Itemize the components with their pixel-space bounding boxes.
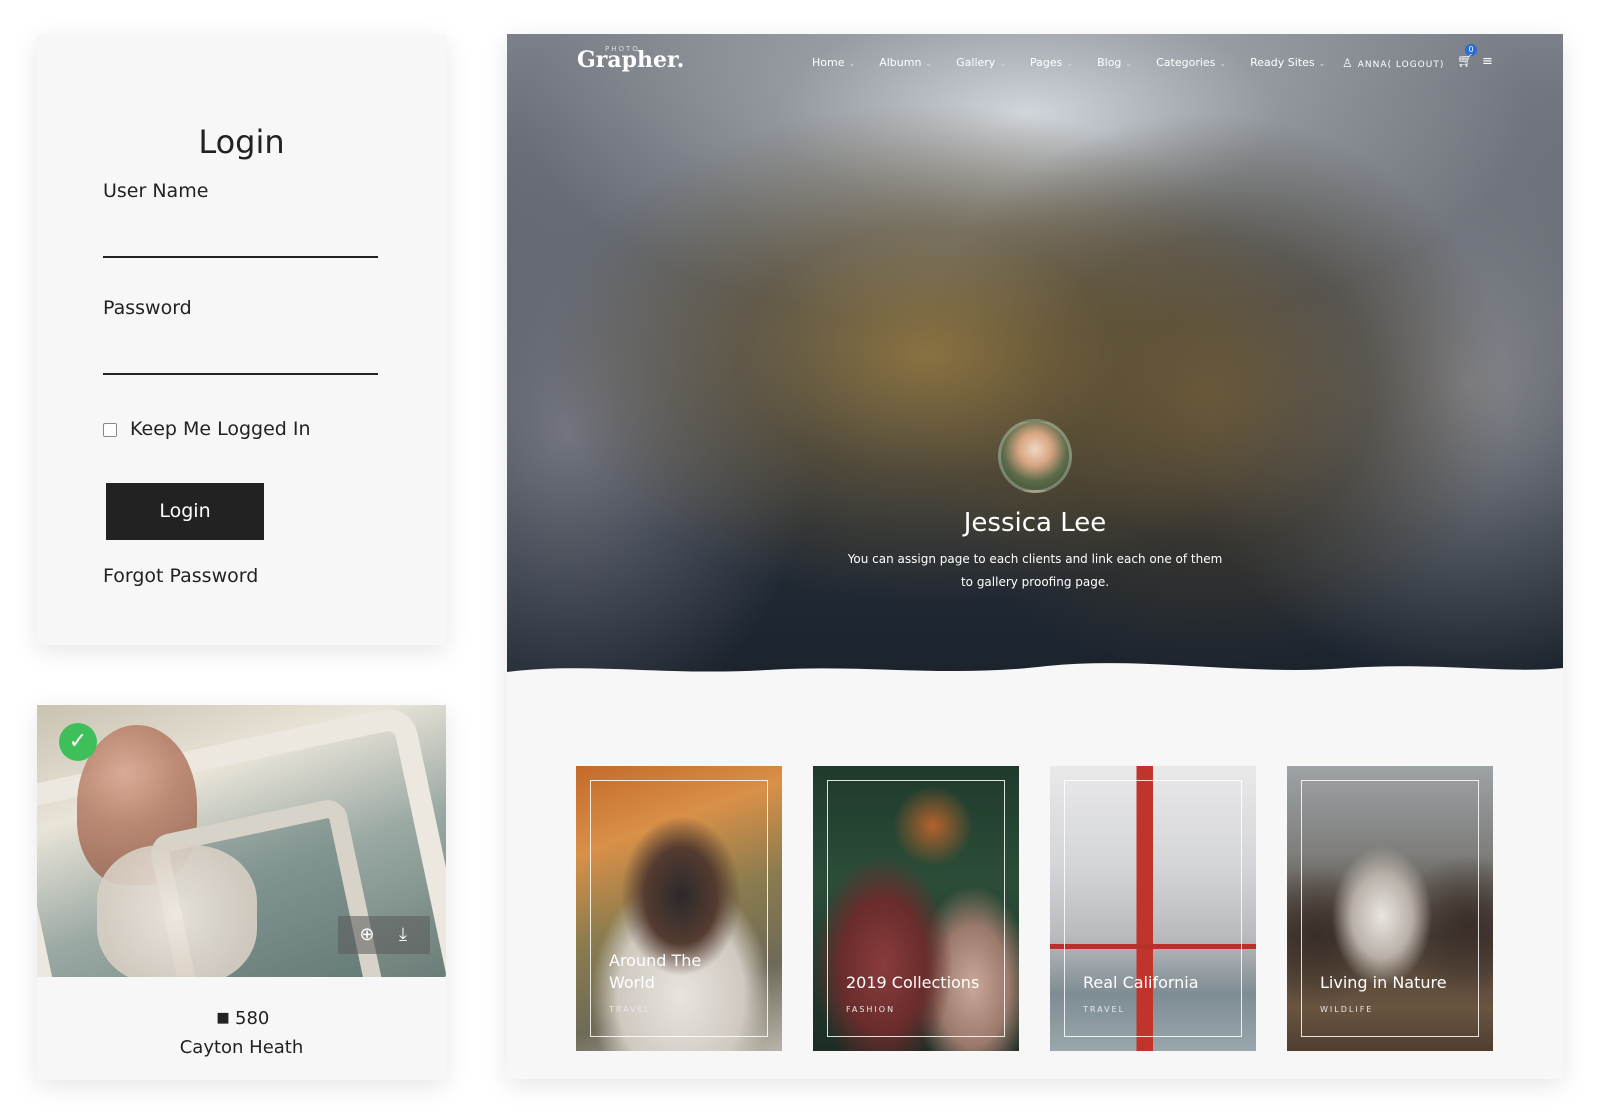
check-icon[interactable]: ✓: [59, 723, 97, 761]
category-tile[interactable]: Around The World TRAVEL: [576, 766, 782, 1051]
nav-ready-sites[interactable]: Ready Sites ⌄: [1250, 56, 1325, 69]
password-label: Password: [103, 297, 192, 319]
photo-card: ✓ ⊕ ⤓ ◆580 Cayton Heath: [37, 705, 446, 1080]
nav-gallery[interactable]: Gallery ⌄: [956, 56, 1006, 69]
tag-row: ◆580: [37, 1003, 446, 1031]
password-field[interactable]: [103, 373, 378, 375]
zoom-icon[interactable]: ⊕: [354, 922, 380, 948]
photo-author: Cayton Heath: [179, 1037, 304, 1058]
username-field[interactable]: [103, 256, 378, 258]
download-icon[interactable]: ⤓: [390, 922, 416, 948]
photo-image[interactable]: ✓ ⊕ ⤓: [37, 705, 446, 977]
nav-blog[interactable]: Blog ⌄: [1097, 56, 1132, 69]
category-subtitle: TRAVEL: [1083, 1005, 1126, 1014]
chevron-down-icon: ⌄: [1219, 59, 1227, 68]
category-title: Living in Nature: [1320, 973, 1447, 992]
forgot-password-link[interactable]: Forgot Password: [103, 565, 258, 587]
chevron-down-icon: ⌄: [999, 59, 1007, 68]
chevron-down-icon: ⌄: [925, 59, 933, 68]
nav-categories[interactable]: Categories ⌄: [1156, 56, 1226, 69]
nav-pages[interactable]: Pages ⌄: [1030, 56, 1073, 69]
avatar: [998, 419, 1072, 493]
chevron-down-icon: ⌄: [1066, 59, 1074, 68]
nav-home[interactable]: Home ⌄: [812, 56, 855, 69]
remember-label[interactable]: Keep Me Logged In: [130, 418, 311, 440]
cart-icon[interactable]: 🛒︎: [1457, 54, 1474, 69]
category-subtitle: WILDLIFE: [1320, 1005, 1374, 1014]
nav-albumn[interactable]: Albumn ⌄: [879, 56, 932, 69]
category-title: Real California: [1083, 973, 1199, 992]
user-icon: ♙: [1342, 56, 1354, 70]
category-tile[interactable]: Real California TRAVEL: [1050, 766, 1256, 1051]
chevron-down-icon: ⌄: [848, 59, 856, 68]
category-subtitle: FASHION: [846, 1005, 896, 1014]
logo[interactable]: PHOTO Grapher.: [577, 45, 684, 73]
login-title: Login: [198, 123, 285, 161]
chevron-down-icon: ⌄: [1125, 59, 1133, 68]
main-nav: Home ⌄ Albumn ⌄ Gallery ⌄ Pages ⌄ Blog ⌄ Cate…: [812, 56, 1349, 69]
hero-wave-divider: [507, 663, 1563, 694]
photo-tools: ⊕ ⤓: [338, 916, 430, 954]
category-tile[interactable]: 2019 Collections FASHION: [813, 766, 1019, 1051]
category-title: 2019 Collections: [846, 973, 980, 992]
user-logout-link[interactable]: ♙ ANNA( LOGOUT): [1342, 56, 1444, 70]
tag-icon: ◆: [207, 1003, 236, 1031]
tag-count: 580: [235, 1008, 270, 1029]
remember-checkbox[interactable]: [103, 423, 117, 437]
logo-small: PHOTO: [605, 45, 640, 53]
category-subtitle: TRAVEL: [609, 1005, 652, 1014]
chevron-down-icon: ⌄: [1318, 59, 1326, 68]
website-preview: PHOTO Grapher. Home ⌄ Albumn ⌄ Gallery ⌄ Pa…: [507, 34, 1563, 1079]
login-button[interactable]: Login: [106, 483, 264, 540]
menu-icon[interactable]: ≡: [1482, 54, 1493, 69]
login-card: Login User Name Password Keep Me Logged …: [37, 35, 446, 645]
hero: PHOTO Grapher. Home ⌄ Albumn ⌄ Gallery ⌄ Pa…: [507, 34, 1563, 694]
username-label: User Name: [103, 180, 209, 202]
hero-name: Jessica Lee: [963, 508, 1107, 538]
category-tile[interactable]: Living in Nature WILDLIFE: [1287, 766, 1493, 1051]
category-title: Around The World: [609, 951, 702, 992]
hero-description: You can assign page to each clients and …: [847, 552, 1223, 589]
